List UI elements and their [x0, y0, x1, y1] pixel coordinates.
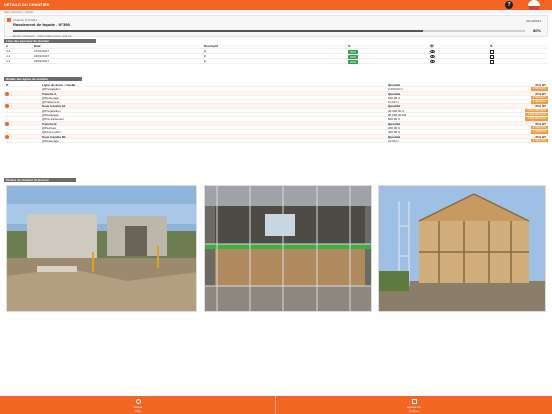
chantier-date: 01/10/2024 — [525, 19, 541, 23]
table-row[interactable]: → @Nettoyage 10,00 U 1 500,00 € — [4, 137, 548, 144]
photo-construction-site[interactable] — [6, 185, 197, 312]
view-icon[interactable] — [430, 60, 435, 63]
edit-icon[interactable] — [490, 54, 494, 59]
progress-fill — [13, 30, 423, 32]
view-icon[interactable] — [430, 50, 435, 53]
lignes-rows: → @Préparation 2 000,00 U1 500,00 € Tranche… — [4, 86, 548, 144]
ligne-qty: 10,00 U — [388, 138, 399, 143]
ligne-price: 1 500,00 € — [530, 99, 548, 104]
row-id: J-1 — [6, 59, 11, 63]
help-icon[interactable]: ? — [505, 1, 513, 9]
arrow-right-icon: → — [6, 138, 9, 143]
back-button-sub: liste — [135, 409, 141, 413]
row-pct-badge: 20% — [348, 59, 359, 64]
view-icon[interactable] — [430, 55, 435, 58]
row-pct-badge: 20% — [348, 54, 359, 59]
back-arrow-icon — [135, 399, 141, 404]
breadcrumb-text[interactable]: Mes chantiers › Détail — [4, 10, 33, 14]
row-desc: jh — [204, 59, 207, 63]
table-row[interactable]: J-1 22/01/2017 jh 20% — [4, 59, 548, 64]
edit-icon[interactable] — [490, 49, 494, 54]
edit-icon[interactable] — [490, 59, 494, 64]
photo-wooden-frame-house[interactable] — [378, 185, 546, 312]
status-flag-icon — [7, 18, 11, 22]
lignes-table: ⟳ Ligne du devis : Libellé Quantité Prix… — [4, 83, 548, 144]
breadcrumb: Mes chantiers › Détail — [0, 10, 552, 14]
add-journal-button[interactable]: Ajouter un journal — [384, 397, 444, 413]
journaux-table: # Date Descriptif % 👁 ✎ J-1 27/01/2017 j… — [4, 44, 548, 64]
chantier-client: Berthon Roberto - Robert Entreprise and … — [13, 34, 72, 38]
page-title: DÉTAILS DU CHANTIER — [4, 2, 50, 7]
photos-section-title: Photos du chantier (3 photos) — [4, 178, 76, 182]
ligne-price: 1 500,00 € — [530, 137, 548, 143]
chantier-name: Ravalement de façade - N°398 — [13, 22, 70, 27]
calendar-add-icon — [411, 399, 417, 404]
chantier-card: Chantier N°01234 Ravalement de façade - … — [4, 15, 548, 38]
bottom-bar: Retour liste Ajouter un journal — [0, 396, 552, 414]
add-journal-sub: journal — [409, 409, 419, 413]
row-pct-badge: 20% — [348, 49, 359, 54]
row-date: 22/01/2017 — [34, 59, 50, 63]
ligne-price: 1 500,00 € — [530, 86, 548, 91]
photo-scaffolding-facade[interactable] — [204, 185, 372, 312]
lignes-section-title: Détails des lignes de chantier — [4, 77, 82, 81]
ligne-price: 1 500,00 € — [530, 129, 548, 134]
back-button[interactable]: Retour liste — [108, 397, 168, 413]
ligne-price: 1 000 000,00 € — [525, 116, 548, 121]
ligne-label: @Nettoyage — [42, 138, 59, 143]
top-bar: DÉTAILS DU CHANTIER ? — [0, 0, 552, 12]
journaux-section-title: Liste des journaux de chantier — [4, 39, 96, 43]
progress-percent: 80% — [532, 28, 541, 33]
progress-bar — [13, 30, 525, 32]
